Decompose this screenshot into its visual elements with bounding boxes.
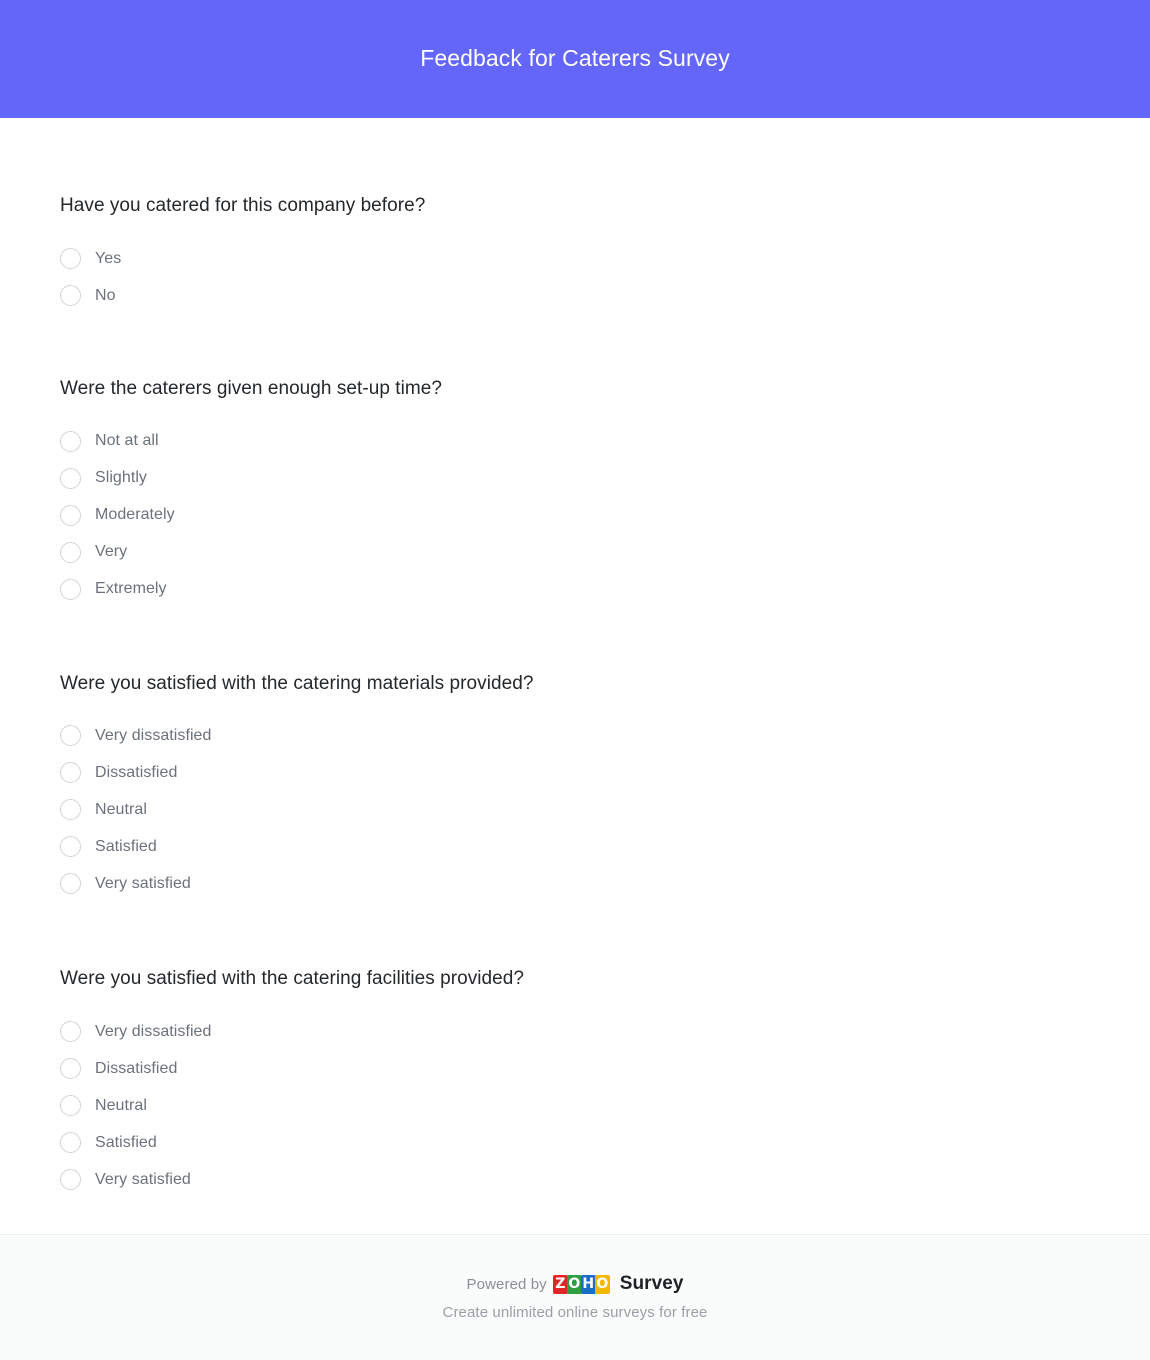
radio-button-icon[interactable] <box>60 541 81 563</box>
radio-option-label: Neutral <box>95 801 147 819</box>
radio-option[interactable]: Neutral <box>60 1087 1090 1124</box>
radio-option[interactable]: Very satisfied <box>60 1161 1090 1198</box>
radio-button-icon[interactable] <box>60 467 81 489</box>
radio-option[interactable]: Dissatisfied <box>60 754 1090 791</box>
radio-option[interactable]: Very <box>60 534 1090 571</box>
zoho-tile-o-3: O <box>594 1274 610 1294</box>
radio-option[interactable]: Satisfied <box>60 1124 1090 1161</box>
radio-option-label: Very dissatisfied <box>95 1022 212 1040</box>
radio-option-label: Slightly <box>95 469 147 487</box>
radio-option-label: Moderately <box>95 506 175 524</box>
radio-button-icon[interactable] <box>60 799 81 821</box>
radio-button-icon[interactable] <box>60 873 81 895</box>
radio-button-icon[interactable] <box>60 578 81 600</box>
radio-button-icon[interactable] <box>60 1058 81 1079</box>
radio-option[interactable]: Very dissatisfied <box>60 717 1090 754</box>
survey-footer: Powered by ZOHO Survey Create unlimited … <box>0 1234 1150 1360</box>
radio-option-label: Neutral <box>95 1096 147 1114</box>
zoho-logo-icon[interactable]: ZOHO <box>552 1274 610 1294</box>
radio-option-label: Very satisfied <box>95 1170 191 1188</box>
radio-button-icon[interactable] <box>60 836 81 858</box>
radio-button-icon[interactable] <box>60 762 81 784</box>
radio-button-icon[interactable] <box>60 247 81 269</box>
survey-page: Feedback for Caterers Survey Have you ca… <box>0 0 1150 1360</box>
radio-option-label: Satisfied <box>95 838 157 856</box>
radio-option-label: Extremely <box>95 580 167 598</box>
zoho-tile-h-2: H <box>580 1274 596 1294</box>
question-block: Were the caterers given enough set-up ti… <box>60 377 1090 608</box>
radio-option[interactable]: Dissatisfied <box>60 1050 1090 1087</box>
radio-button-icon[interactable] <box>60 1132 81 1153</box>
footer-tagline: Create unlimited online surveys for free <box>442 1304 708 1321</box>
question-title: Were you satisfied with the catering fac… <box>60 968 525 990</box>
radio-option-label: Very satisfied <box>95 875 191 893</box>
radio-option[interactable]: Slightly <box>60 460 1090 497</box>
radio-button-icon[interactable] <box>60 1095 81 1116</box>
radio-button-icon[interactable] <box>60 504 81 526</box>
radio-option-label: Very <box>95 543 128 561</box>
radio-option[interactable]: No <box>60 277 1090 314</box>
question-title: Were you satisfied with the catering mat… <box>60 672 534 694</box>
question-block: Have you catered for this company before… <box>60 194 1090 314</box>
radio-option[interactable]: Extremely <box>60 571 1090 608</box>
radio-option-label: Dissatisfied <box>95 764 178 782</box>
radio-option[interactable]: Very satisfied <box>60 865 1090 902</box>
radio-option[interactable]: Neutral <box>60 791 1090 828</box>
question-block: Were you satisfied with the catering fac… <box>60 967 1090 1198</box>
radio-button-icon[interactable] <box>60 1169 81 1190</box>
radio-button-icon[interactable] <box>60 725 81 747</box>
radio-option-label: Yes <box>95 249 122 267</box>
radio-option[interactable]: Very dissatisfied <box>60 1013 1090 1050</box>
question-block: Were you satisfied with the catering mat… <box>60 672 1090 903</box>
radio-option[interactable]: Moderately <box>60 497 1090 534</box>
radio-option[interactable]: Yes <box>60 240 1090 277</box>
radio-option-label: Satisfied <box>95 1133 157 1151</box>
option-group: Not at all Slightly Moderately Very Extremel… <box>60 423 1090 608</box>
radio-button-icon[interactable] <box>60 284 81 306</box>
page-title: Feedback for Caterers Survey <box>420 45 730 72</box>
radio-option-label: Dissatisfied <box>95 1059 178 1077</box>
radio-option[interactable]: Satisfied <box>60 828 1090 865</box>
powered-by-label: Powered by <box>466 1275 547 1293</box>
radio-button-icon[interactable] <box>60 430 81 452</box>
survey-header: Feedback for Caterers Survey <box>0 0 1150 118</box>
option-group: Very dissatisfied Dissatisfied Neutral Sati… <box>60 717 1090 902</box>
survey-question-list: Have you catered for this company before… <box>0 118 1150 1234</box>
powered-by-row: Powered by ZOHO Survey <box>467 1273 684 1295</box>
question-title: Have you catered for this company before… <box>60 195 426 216</box>
question-title: Were the caterers given enough set-up ti… <box>60 377 443 399</box>
radio-option-label: No <box>95 286 116 304</box>
radio-option-label: Not at all <box>95 432 159 450</box>
radio-button-icon[interactable] <box>60 1021 81 1042</box>
zoho-tile-z-0: Z <box>552 1274 568 1294</box>
brand-word: Survey <box>619 1273 684 1294</box>
option-group: Yes No <box>60 240 1090 314</box>
zoho-tile-o-1: O <box>566 1274 582 1294</box>
option-group: Very dissatisfied Dissatisfied Neutral Sati… <box>60 1013 1090 1198</box>
radio-option[interactable]: Not at all <box>60 423 1090 460</box>
radio-option-label: Very dissatisfied <box>95 727 212 745</box>
